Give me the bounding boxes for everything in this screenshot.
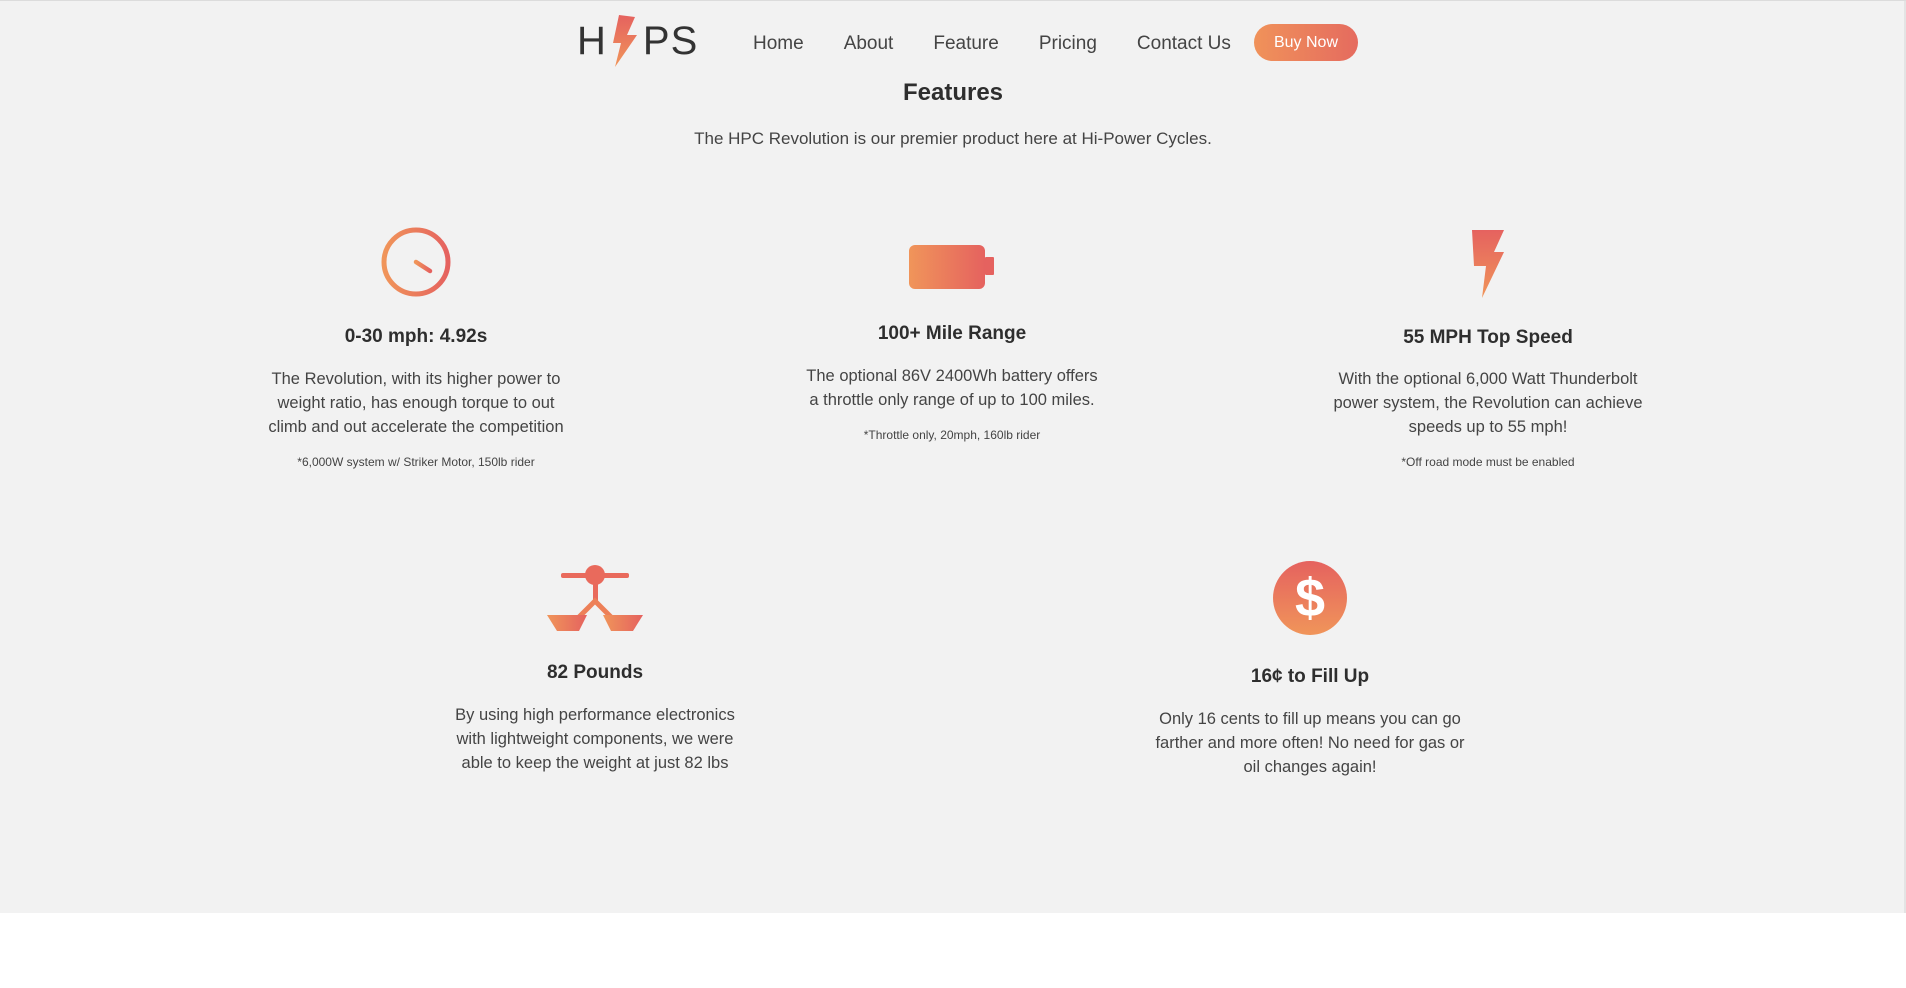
feature-footnote: *6,000W system w/ Striker Motor, 150lb r… [297, 455, 535, 469]
nav-home[interactable]: Home [753, 33, 804, 55]
logo-letter-h: H [577, 18, 607, 63]
logo-letters-ps: PS [642, 18, 699, 63]
feature-title: 82 Pounds [546, 662, 644, 683]
feature-title: 16¢ to Fill Up [1250, 666, 1370, 687]
feature-description: The optional 86V 2400Wh battery offers a… [806, 367, 1098, 409]
scale-icon [547, 565, 643, 631]
buy-now-button[interactable]: Buy Now [1254, 24, 1358, 61]
battery-icon [909, 245, 994, 289]
section-subtitle: The HPC Revolution is our premier produc… [694, 129, 1212, 148]
feature-footnote: *Off road mode must be enabled [1401, 455, 1575, 469]
feature-range: 100+ Mile Range The optional 86V 2400Wh … [792, 232, 1112, 442]
feature-title: 100+ Mile Range [877, 323, 1027, 344]
dollar-icon: $ [1273, 561, 1347, 635]
feature-description: By using high performance electronics wi… [455, 706, 735, 772]
feature-description: With the optional 6,000 Watt Thunderbolt… [1333, 370, 1643, 436]
feature-title: 0-30 mph: 4.92s [344, 326, 488, 347]
svg-text:$: $ [1295, 568, 1325, 628]
lightning-logo-icon [612, 15, 637, 67]
main-nav: Home About Feature Pricing Contact Us [753, 33, 1271, 55]
lightning-icon [1472, 230, 1504, 298]
nav-pricing[interactable]: Pricing [1039, 33, 1097, 55]
nav-feature[interactable]: Feature [933, 33, 998, 55]
feature-top-speed: 55 MPH Top Speed With the optional 6,000… [1328, 222, 1648, 469]
feature-description: The Revolution, with its higher power to… [268, 370, 564, 436]
section-title: Features [902, 79, 1004, 106]
feature-weight: 82 Pounds By using high performance elec… [435, 558, 755, 775]
features-section: H PS Home About Feature Pricing Contact … [0, 0, 1906, 913]
feature-description: Only 16 cents to fill up means you can g… [1155, 710, 1465, 776]
feature-acceleration: 0-30 mph: 4.92s The Revolution, with its… [256, 222, 576, 469]
nav-contact-us[interactable]: Contact Us [1137, 33, 1231, 55]
feature-cost: $ 16¢ to Fill Up Only 16 cents to fill u… [1150, 558, 1470, 779]
feature-title: 55 MPH Top Speed [1403, 327, 1573, 348]
brand-logo[interactable]: H PS [577, 15, 698, 67]
clock-icon [381, 227, 451, 297]
nav-about[interactable]: About [844, 33, 894, 55]
feature-footnote: *Throttle only, 20mph, 160lb rider [863, 428, 1041, 442]
